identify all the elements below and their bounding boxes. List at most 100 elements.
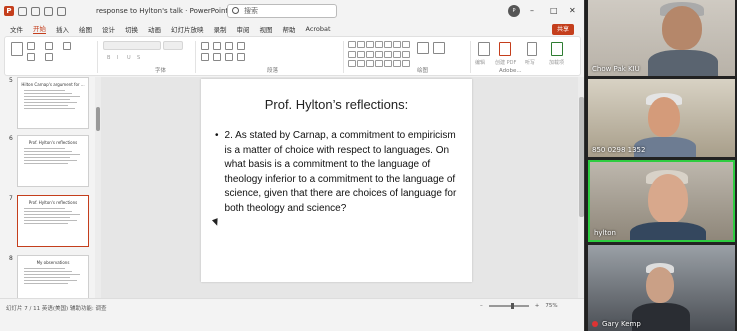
shape-icon[interactable]	[357, 41, 365, 48]
zoom-slider[interactable]	[488, 303, 529, 309]
paste-icon[interactable]	[11, 42, 23, 56]
underline-icon[interactable]: U	[127, 55, 131, 61]
shape-icon[interactable]	[402, 41, 410, 48]
save-icon[interactable]	[31, 6, 40, 16]
ribbon-tab[interactable]: 绘图	[79, 24, 92, 34]
shape-icon[interactable]	[375, 50, 383, 58]
ribbon-tab[interactable]: 视图	[260, 24, 273, 34]
shape-icon[interactable]	[366, 50, 374, 58]
ribbon-tab[interactable]: 幻灯片放映	[171, 24, 204, 34]
bold-icon[interactable]: B	[107, 55, 110, 61]
thumbnail-text	[24, 90, 82, 109]
slide-editor: Prof. Hylton’s reflections: • 2. As stat…	[101, 77, 584, 298]
ribbon-group-paragraph: 段落	[267, 68, 279, 74]
section-icon[interactable]	[45, 53, 53, 61]
reset-icon[interactable]	[45, 42, 53, 50]
zoom-out-icon[interactable]: –	[480, 303, 483, 309]
undo-icon[interactable]	[44, 6, 53, 16]
font-family-select[interactable]	[103, 41, 161, 50]
editor-scrollbar[interactable]	[578, 77, 584, 298]
shape-icon[interactable]	[348, 41, 356, 48]
scrollbar-thumb[interactable]	[96, 107, 100, 131]
share-button[interactable]: 共享	[552, 24, 574, 35]
strikethrough-icon[interactable]: S	[137, 55, 140, 61]
shape-icon[interactable]	[366, 60, 374, 68]
ribbon-tab[interactable]: 审阅	[237, 24, 250, 34]
shape-icon[interactable]	[375, 60, 383, 68]
italic-icon[interactable]: I	[117, 55, 118, 61]
shape-icon[interactable]	[375, 41, 383, 48]
avatar[interactable]: P	[508, 5, 520, 17]
separator	[470, 41, 471, 73]
shape-icon[interactable]	[384, 60, 392, 68]
slide-thumbnail[interactable]: Hilton Carnap's argument for ...	[17, 77, 89, 129]
shape-icon[interactable]	[402, 60, 410, 68]
shape-icon[interactable]	[384, 50, 392, 58]
zoom-level[interactable]: 75%	[545, 303, 557, 309]
scrollbar-thumb[interactable]	[579, 97, 584, 217]
decrease-indent-icon[interactable]	[225, 42, 233, 50]
ribbon-tab[interactable]: 录制	[214, 24, 227, 34]
shapes-gallery[interactable]	[348, 41, 410, 69]
powerpoint-logo-icon: P	[4, 6, 14, 16]
participant-tile-active-speaker[interactable]: hylton	[588, 160, 735, 242]
shape-icon[interactable]	[348, 60, 356, 68]
powerpoint-window: P response to Hylton's talk · PowerPoint…	[0, 0, 585, 331]
arrange-icon[interactable]	[417, 42, 429, 54]
ribbon-tab[interactable]: Acrobat	[306, 25, 331, 33]
participant-tile[interactable]: Chow Pak KIU	[588, 0, 735, 76]
increase-indent-icon[interactable]	[237, 42, 245, 50]
shape-icon[interactable]	[384, 41, 392, 48]
align-right-icon[interactable]	[225, 53, 233, 61]
ribbon-tab[interactable]: 动画	[148, 24, 161, 34]
ribbon-tab[interactable]: 文件	[10, 24, 23, 34]
shape-icon[interactable]	[393, 60, 401, 68]
reuse-icon[interactable]	[63, 42, 71, 50]
autosave-icon[interactable]	[18, 6, 27, 16]
ribbon-tab[interactable]: 插入	[56, 24, 69, 34]
participant-tile[interactable]: 850 0298 1352	[588, 79, 735, 157]
font-size-select[interactable]	[163, 41, 183, 50]
ribbon-tab[interactable]: 开始	[33, 23, 46, 34]
slide-thumbnail[interactable]: Prof. Hylton's reflections	[17, 195, 89, 247]
slide-body[interactable]: • 2. As stated by Carnap, a commitment t…	[215, 129, 460, 217]
dictate-label: 听写	[525, 60, 536, 66]
bullet-text[interactable]: 2. As stated by Carnap, a commitment to …	[225, 129, 460, 217]
numbering-icon[interactable]	[213, 42, 221, 50]
thumbnail-number: 6	[9, 135, 13, 142]
shape-icon[interactable]	[357, 50, 365, 58]
new-slide-icon[interactable]	[27, 42, 35, 50]
ribbon-tab[interactable]: 设计	[102, 24, 115, 34]
shape-icon[interactable]	[393, 41, 401, 48]
add-ins-label: 加载项	[549, 60, 565, 66]
document-title: response to Hylton's talk · PowerPoint	[96, 7, 229, 15]
bullets-icon[interactable]	[201, 42, 209, 50]
close-icon[interactable]: ✕	[569, 6, 576, 15]
quick-styles-icon[interactable]	[433, 42, 445, 54]
current-slide[interactable]: Prof. Hylton’s reflections: • 2. As stat…	[201, 79, 472, 282]
align-center-icon[interactable]	[213, 53, 221, 61]
add-ins-icon[interactable]	[551, 42, 563, 56]
shape-icon[interactable]	[348, 50, 356, 58]
microphone-icon[interactable]	[527, 42, 537, 56]
ribbon-tab[interactable]: 帮助	[283, 24, 296, 34]
shape-icon[interactable]	[357, 60, 365, 68]
zoom-knob[interactable]	[510, 303, 514, 309]
editing-icon[interactable]	[478, 42, 490, 56]
shape-icon[interactable]	[402, 50, 410, 58]
redo-icon[interactable]	[57, 6, 66, 16]
maximize-icon[interactable]: □	[550, 6, 558, 15]
ribbon-tab[interactable]: 切换	[125, 24, 138, 34]
layout-icon[interactable]	[27, 53, 35, 61]
search-input[interactable]: 搜索	[227, 4, 337, 18]
create-pdf-icon[interactable]	[499, 42, 511, 56]
participant-tile[interactable]: Gary Kemp	[588, 245, 735, 331]
zoom-in-icon[interactable]: +	[535, 303, 540, 309]
minimize-icon[interactable]: –	[530, 6, 534, 15]
justify-icon[interactable]	[237, 53, 245, 61]
shape-icon[interactable]	[393, 50, 401, 58]
slide-thumbnail[interactable]: Prof. Hylton's reflections	[17, 135, 89, 187]
shape-icon[interactable]	[366, 41, 374, 48]
slide-title[interactable]: Prof. Hylton’s reflections:	[201, 97, 472, 112]
align-left-icon[interactable]	[201, 53, 209, 61]
